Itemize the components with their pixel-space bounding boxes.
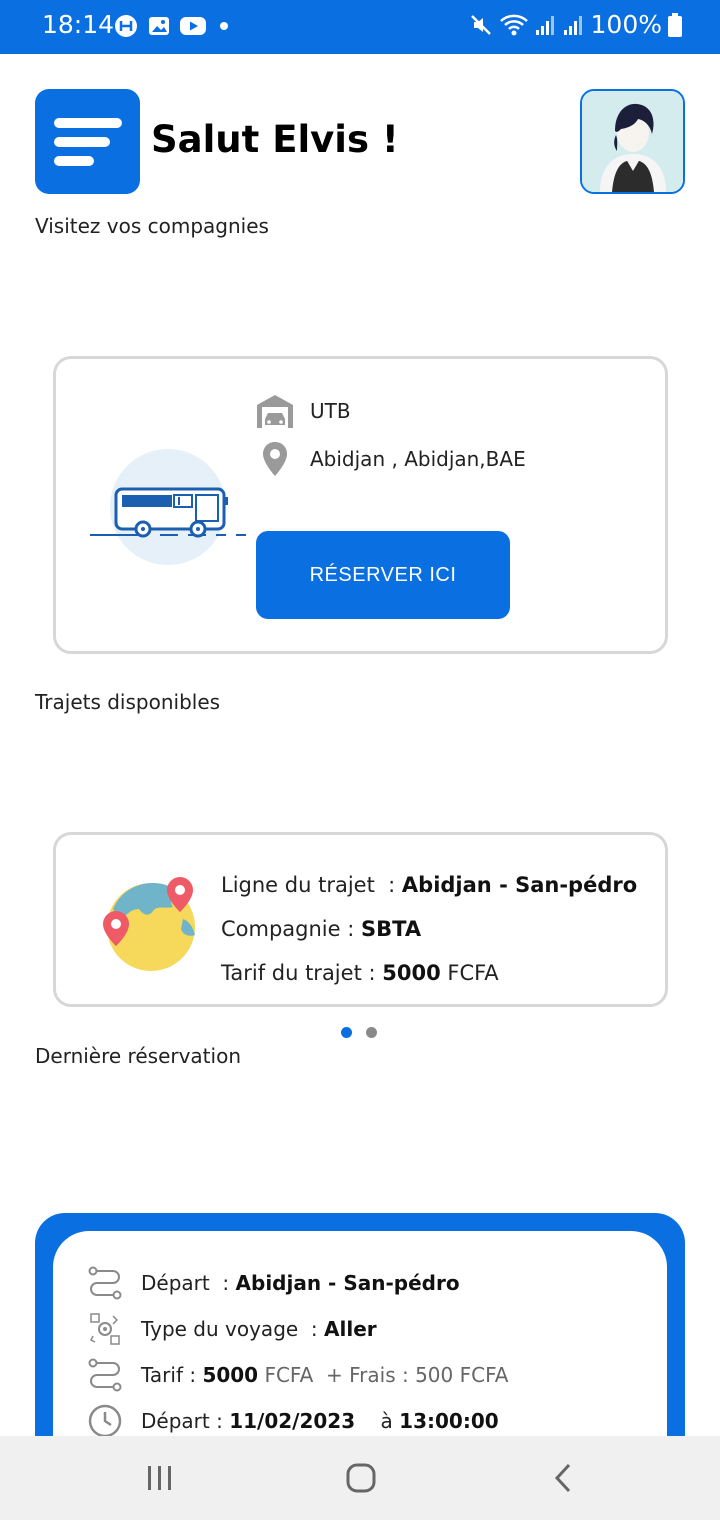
reservation-fare-value: 5000 <box>202 1363 259 1387</box>
trip-line-label: Ligne du trajet : <box>221 873 402 897</box>
battery-percent: 100% <box>590 10 662 39</box>
route-icon <box>87 1357 123 1393</box>
home-button[interactable] <box>341 1458 381 1498</box>
last-reservation-card[interactable]: Départ : Abidjan - San-pédro Type du voy… <box>35 1213 685 1491</box>
reservation-fare-label: Tarif : <box>141 1363 203 1387</box>
trip-fare-value: 5000 <box>382 961 441 985</box>
companies-section-label: Visitez vos compagnies <box>35 214 269 238</box>
system-nav-bar <box>0 1436 720 1520</box>
reservation-departure-row: Départ : Abidjan - San-pédro <box>87 1265 460 1301</box>
avatar-illustration <box>582 91 683 192</box>
menu-button[interactable] <box>35 89 140 194</box>
last-reservation-section-label: Dernière réservation <box>35 1044 241 1068</box>
dot-icon <box>216 18 232 34</box>
trip-company-row: Compagnie : SBTA <box>221 909 637 953</box>
status-time: 18:14 <box>42 10 115 39</box>
wifi-icon <box>499 13 529 37</box>
company-name-row: UTB <box>256 393 351 429</box>
trip-line-row: Ligne du trajet : Abidjan - San-pédro <box>221 865 637 909</box>
route-icon <box>87 1265 123 1301</box>
avatar[interactable] <box>580 89 685 194</box>
status-left-icons <box>114 14 232 38</box>
carousel-dot[interactable] <box>366 1027 377 1038</box>
battery-icon <box>668 12 682 37</box>
reservation-trip-type-label: Type du voyage : <box>141 1317 324 1341</box>
reservation-departure-label: Départ : <box>141 1271 236 1295</box>
mute-icon <box>469 13 493 37</box>
status-right: 100% <box>469 10 682 39</box>
trips-section-label: Trajets disponibles <box>35 690 221 714</box>
reservation-date-value: 11/02/2023 <box>229 1409 356 1433</box>
reservation-trip-type-row: Type du voyage : Aller <box>87 1311 377 1347</box>
carousel-dot-active[interactable] <box>341 1027 352 1038</box>
trip-line-value: Abidjan - San-pédro <box>401 873 638 897</box>
clock-icon <box>87 1403 123 1439</box>
company-location-row: Abidjan , Abidjan,BAE <box>256 441 526 477</box>
signal-icon <box>563 13 585 37</box>
trip-card[interactable]: Ligne du trajet : Abidjan - San-pédro Co… <box>53 832 668 1007</box>
trip-company-value: SBTA <box>361 917 422 941</box>
trip-fare-row: Tarif du trajet : 5000 FCFA <box>221 953 637 997</box>
company-name: UTB <box>310 399 351 423</box>
carousel-indicator <box>341 1027 377 1038</box>
trip-type-icon <box>87 1311 123 1347</box>
reservation-trip-type-value: Aller <box>324 1317 377 1341</box>
reservation-date-label: Départ : <box>141 1409 230 1433</box>
reservation-date-row: Départ : 11/02/2023 à 13:00:00 <box>87 1403 499 1439</box>
company-location: Abidjan , Abidjan,BAE <box>310 447 526 471</box>
trip-details: Ligne du trajet : Abidjan - San-pédro Co… <box>221 865 637 997</box>
signal-icon <box>535 13 557 37</box>
company-card[interactable]: UTB Abidjan , Abidjan,BAE RÉSERVER ICI <box>53 356 668 654</box>
recents-button[interactable] <box>140 1458 180 1498</box>
back-button[interactable] <box>543 1458 583 1498</box>
garage-icon <box>257 395 293 428</box>
recents-icon <box>148 1466 171 1490</box>
reservation-time-value: 13:00:00 <box>399 1409 499 1433</box>
reservation-time-sep: à <box>355 1409 400 1433</box>
gallery-icon <box>148 15 170 37</box>
back-icon <box>554 1463 571 1493</box>
trip-company-label: Compagnie : <box>221 917 361 941</box>
app-notification-icon <box>114 14 138 38</box>
reservation-departure-value: Abidjan - San-pédro <box>235 1271 460 1295</box>
reserve-button[interactable]: RÉSERVER ICI <box>256 531 510 619</box>
trip-fare-currency: FCFA <box>440 961 499 985</box>
reservation-fare-row: Tarif : 5000 FCFA + Frais : 500 FCFA <box>87 1357 508 1393</box>
home-icon <box>346 1463 376 1493</box>
youtube-icon <box>180 16 206 36</box>
reservation-fees: + Frais : 500 FCFA <box>313 1363 509 1387</box>
bus-icon <box>90 449 246 565</box>
trip-fare-label: Tarif du trajet : <box>221 961 383 985</box>
menu-icon <box>53 117 122 166</box>
globe-icon <box>103 877 195 971</box>
reservation-fare-currency: FCFA <box>258 1363 314 1387</box>
greeting-title: Salut Elvis ! <box>151 118 399 161</box>
location-pin-icon <box>263 442 287 476</box>
status-bar: 18:14 100% <box>0 0 720 54</box>
